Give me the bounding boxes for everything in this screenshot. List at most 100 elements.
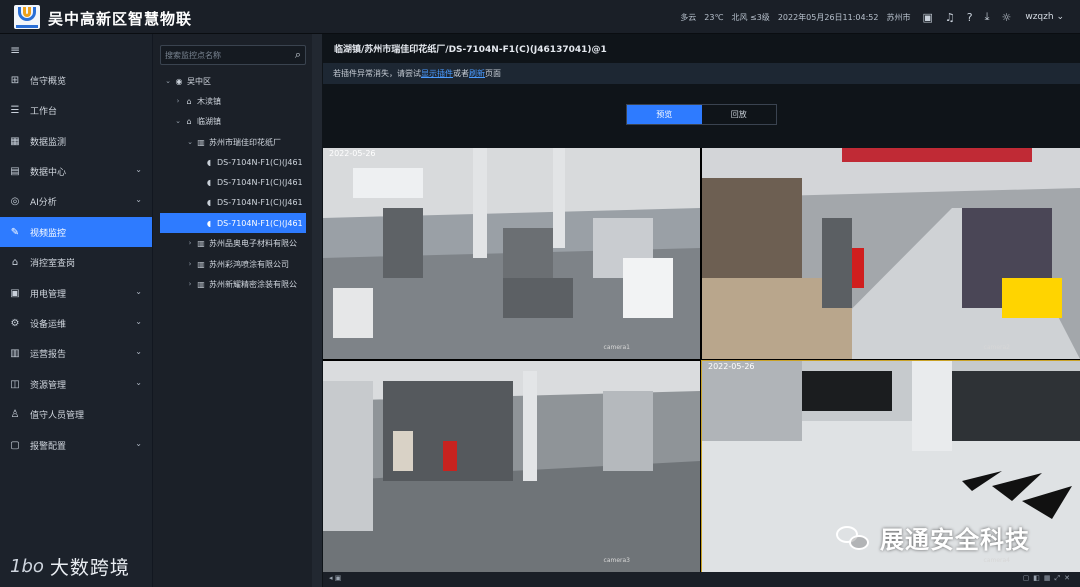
camera-icon: ◖ xyxy=(206,177,212,187)
watermark-right-text: 展通安全科技 xyxy=(880,526,1030,554)
device-tree-panel: ⌕ ⌄◉吴中区 ›⌂木渎镇 ⌄⌂临湖镇 ⌄▥苏州市瑞佳印花纸厂 ◖DS-7104… xyxy=(152,34,312,587)
player-left-controls[interactable]: ◂ ▣ xyxy=(329,574,341,582)
building-icon: ▥ xyxy=(197,259,205,269)
power-icon: ▣ xyxy=(10,287,20,299)
tree-node-label: DS-7104N-F1(C)(J461 xyxy=(217,157,303,167)
panel-divider[interactable] xyxy=(312,34,322,587)
search-input[interactable] xyxy=(161,46,285,64)
camera-icon: ◖ xyxy=(206,197,212,207)
staff-icon: ♙ xyxy=(10,408,20,420)
watermark-text: 大数跨境 xyxy=(49,557,130,579)
tree-node-label: DS-7104N-F1(C)(J461 xyxy=(217,177,303,187)
player-toolbar: ◂ ▣ ▢◧▦⤢✕ xyxy=(323,572,1080,587)
alarm-icon: ▢ xyxy=(10,439,20,451)
show-plugin-link[interactable]: 显示插件 xyxy=(421,69,453,78)
tree-node-label: 苏州市瑞佳印花纸厂 xyxy=(209,137,281,147)
tree-node-label: 苏州品奥电子材料有限公 xyxy=(209,238,297,248)
nav-item-label: 报警配置 xyxy=(30,441,67,452)
nav-item-alarm[interactable]: ▢ 报警配置 ⌄ xyxy=(0,430,152,460)
monitor-icon: ▦ xyxy=(10,135,20,147)
nav-item-video[interactable]: ✎ 视频监控 xyxy=(0,217,152,247)
tree-node-label: 临湖镇 xyxy=(197,116,221,126)
user-menu[interactable]: wzqzh ⌄ xyxy=(1025,12,1064,22)
temperature-text: 23℃ xyxy=(704,12,724,22)
refresh-link[interactable]: 刷新 xyxy=(469,69,485,78)
search-icon[interactable]: ⌕ xyxy=(295,48,301,62)
nav-item-resource[interactable]: ◫ 资源管理 ⌄ xyxy=(0,369,152,399)
chevron-down-icon: ⌄ xyxy=(135,347,142,356)
nav-item-power[interactable]: ▣ 用电管理 ⌄ xyxy=(0,278,152,308)
wind-text: 北风 ≤3级 xyxy=(731,12,770,22)
camera-2-feed xyxy=(702,148,1080,359)
view-mode-toggle: 预览 回放 xyxy=(626,104,777,125)
chevron-down-icon: ⌄ xyxy=(1056,12,1064,22)
tree-node-camera[interactable]: ◖ DS-7104N-F1(C)(J461 xyxy=(203,172,313,192)
ai-icon: ◎ xyxy=(10,195,20,207)
chevron-down-icon[interactable]: ⌄ xyxy=(185,138,195,146)
bell-icon[interactable]: ♫ xyxy=(945,11,955,24)
screen-icon[interactable]: ▣ xyxy=(922,11,932,24)
globe-icon: ◉ xyxy=(175,76,183,86)
nav-item-label: 数据中心 xyxy=(30,167,67,178)
tab-preview[interactable]: 预览 xyxy=(627,105,702,124)
tree-node-company[interactable]: ⌄ ▥ 苏州市瑞佳印花纸厂 xyxy=(185,132,313,152)
tree-node-town[interactable]: › ⌂ 木渎镇 xyxy=(173,91,313,111)
username: wzqzh xyxy=(1025,12,1054,22)
nav-item-overview[interactable]: ⊞ 信守概览 xyxy=(0,65,152,95)
nav-item-report[interactable]: ▥ 运营报告 ⌄ xyxy=(0,338,152,368)
theme-icon[interactable]: ☼ xyxy=(1001,11,1011,24)
nav-item-maintenance[interactable]: ⚙ 设备运维 ⌄ xyxy=(0,308,152,338)
nav-item-label: 数据监测 xyxy=(30,137,67,148)
chevron-down-icon: ⌄ xyxy=(135,165,142,174)
chevron-down-icon: ⌄ xyxy=(135,287,142,296)
camera-label: camera4 xyxy=(983,557,1010,564)
tab-playback[interactable]: 回放 xyxy=(702,105,777,124)
nav-item-staff[interactable]: ♙ 值守人员管理 xyxy=(0,399,152,429)
nav-item-data-center[interactable]: ▤ 数据中心 ⌄ xyxy=(0,156,152,186)
building-icon: ▥ xyxy=(197,137,205,147)
nav-item-label: 值守人员管理 xyxy=(30,410,85,421)
tree-node-camera[interactable]: ◖ DS-7104N-F1(C)(J461 xyxy=(203,152,313,172)
chevron-right-icon[interactable]: › xyxy=(185,260,195,268)
tree-node-company[interactable]: › ▥ 苏州彩鸿喷涂有限公司 xyxy=(185,254,313,274)
chevron-right-icon[interactable]: › xyxy=(173,97,183,105)
nav-item-fire-control[interactable]: ⌂ 消控室查岗 xyxy=(0,247,152,277)
camera-view-1[interactable]: camera1 2022-05-26 xyxy=(323,148,700,359)
camera-view-2[interactable]: camera2 xyxy=(702,148,1080,359)
download-icon[interactable]: ⤓ xyxy=(985,10,990,24)
nav-item-workbench[interactable]: ☰ 工作台 xyxy=(0,95,152,125)
resource-icon: ◫ xyxy=(10,378,20,390)
tree-node-company[interactable]: › ▥ 苏州品奥电子材料有限公 xyxy=(185,233,313,253)
nav-item-label: 消控室查岗 xyxy=(30,258,76,269)
app-title: 吴中高新区智慧物联 xyxy=(48,10,193,28)
menu-toggle-icon[interactable]: ≡ xyxy=(10,43,20,57)
nav-item-label: 信守概览 xyxy=(30,76,67,87)
chevron-down-icon[interactable]: ⌄ xyxy=(173,117,183,125)
chevron-down-icon[interactable]: ⌄ xyxy=(163,77,173,85)
camera-view-3[interactable]: camera3 xyxy=(323,361,700,572)
chevron-right-icon[interactable]: › xyxy=(185,280,195,288)
help-icon[interactable]: ? xyxy=(967,11,973,24)
tree-node-camera[interactable]: ◖ DS-7104N-F1(C)(J461 xyxy=(203,192,313,212)
nav-item-label: 工作台 xyxy=(30,106,58,117)
nav-item-label: 用电管理 xyxy=(30,289,67,300)
nav-item-data-monitor[interactable]: ▦ 数据监测 xyxy=(0,126,152,156)
nav-item-ai[interactable]: ◎ AI分析 ⌄ xyxy=(0,186,152,216)
player-right-controls[interactable]: ▢◧▦⤢✕ xyxy=(1023,574,1074,583)
report-icon: ▥ xyxy=(10,347,20,359)
tree-node-label: 苏州新耀精密涂装有限公 xyxy=(209,279,297,289)
fire-control-icon: ⌂ xyxy=(11,256,19,268)
wechat-icon xyxy=(834,522,874,554)
weather-text: 多云 xyxy=(680,12,697,22)
tree-node-label: 木渎镇 xyxy=(197,96,221,106)
chevron-right-icon[interactable]: › xyxy=(185,239,195,247)
tree-node-camera-selected[interactable]: ◖ DS-7104N-F1(C)(J461 xyxy=(160,213,306,233)
camera-3-feed xyxy=(323,361,700,572)
tree-node-town[interactable]: ⌄ ⌂ 临湖镇 xyxy=(173,111,313,131)
tree-node-region[interactable]: ⌄ ◉ 吴中区 xyxy=(163,71,313,91)
camera-label: camera1 xyxy=(603,344,630,351)
tree-node-label: 吴中区 xyxy=(187,76,211,86)
tree-node-company[interactable]: › ▥ 苏州新耀精密涂装有限公 xyxy=(185,274,313,294)
nav-item-label: 资源管理 xyxy=(30,380,67,391)
building-icon: ▥ xyxy=(197,279,205,289)
